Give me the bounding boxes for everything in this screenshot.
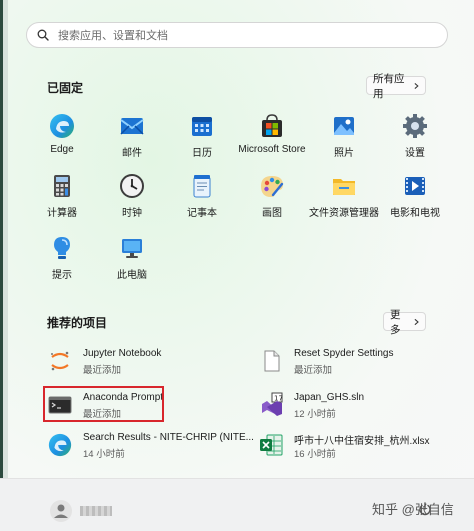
app-label: 记事本 (187, 208, 217, 219)
calculator-icon (48, 172, 76, 200)
recommended-item-name: Reset Spyder Settings (294, 348, 394, 359)
photos-icon (330, 112, 358, 140)
pinned-title: 已固定 (47, 81, 84, 95)
all-apps-button[interactable]: 所有应用 (366, 73, 426, 100)
power-icon[interactable] (418, 502, 432, 516)
pinned-app-this-pc[interactable]: 此电脑 (97, 234, 167, 294)
jupyter-icon (47, 348, 73, 374)
store-icon (258, 112, 286, 140)
recommended-item-name: Search Results - NITE-CHRIP (NITE... (83, 432, 254, 443)
app-label: 提示 (52, 270, 72, 281)
svg-text:17: 17 (274, 395, 283, 403)
app-label: Microsoft Store (238, 144, 306, 155)
app-label: 照片 (334, 148, 354, 159)
more-button[interactable]: 更多 (383, 309, 426, 336)
app-label: 电影和电视 (390, 208, 440, 219)
document-icon (258, 348, 284, 374)
movies-icon (401, 172, 429, 200)
recommended-item-time: 最近添加 (83, 365, 122, 376)
app-label: 时钟 (122, 208, 142, 219)
recommended-item-name: Jupyter Notebook (83, 348, 162, 359)
recommended-item-japan-ghs-sln[interactable]: 17 Japan_GHS.sln 12 小时前 (258, 390, 458, 422)
red-highlight-box (43, 386, 164, 422)
edge-icon (48, 112, 76, 140)
pinned-app-tips[interactable]: 提示 (27, 234, 97, 294)
pinned-app-store[interactable]: Microsoft Store (237, 112, 307, 172)
pinned-app-mail[interactable]: 邮件 (97, 112, 167, 172)
app-label: Edge (50, 144, 74, 155)
pinned-app-clock[interactable]: 时钟 (97, 172, 167, 232)
recommended-item-time: 14 小时前 (83, 449, 125, 460)
pinned-app-settings[interactable]: 设置 (380, 112, 450, 172)
pinned-app-file-explorer[interactable]: 文件资源管理器 (309, 172, 379, 232)
desktop-edge-shadow (3, 0, 8, 530)
this-pc-icon (118, 234, 146, 262)
app-label: 文件资源管理器 (309, 208, 379, 219)
visual-studio-solution-icon: 17 (258, 392, 284, 418)
folder-icon (330, 172, 358, 200)
app-label: 设置 (405, 148, 425, 159)
settings-icon (401, 112, 429, 140)
pinned-app-photos[interactable]: 照片 (309, 112, 379, 172)
recommended-item-name: 呼市十八中住宿安排_杭州.xlsx (294, 436, 430, 447)
search-box[interactable]: 搜索应用、设置和文档 (26, 22, 448, 48)
user-name-blurred (80, 506, 112, 516)
recommended-item-jupyter[interactable]: Jupyter Notebook 最近添加 (47, 346, 247, 378)
pinned-app-notepad[interactable]: 记事本 (167, 172, 237, 232)
user-icon (54, 504, 68, 518)
recommended-item-time: 12 小时前 (294, 409, 336, 420)
pinned-app-paint[interactable]: 画图 (237, 172, 307, 232)
recommended-item-xlsx[interactable]: 呼市十八中住宿安排_杭州.xlsx 16 小时前 (258, 430, 458, 462)
recommended-title: 推荐的项目 (47, 316, 108, 330)
tips-icon (48, 234, 76, 262)
pinned-app-calendar[interactable]: 日历 (167, 112, 237, 172)
pinned-app-edge[interactable]: Edge (27, 112, 97, 172)
start-menu: 搜索应用、设置和文档 已固定 所有应用 Edge 邮件 日历 Microsoft… (0, 0, 474, 531)
app-label: 画图 (262, 208, 282, 219)
more-label: 更多 (390, 308, 401, 336)
recommended-item-search-results[interactable]: Search Results - NITE-CHRIP (NITE... 14 … (47, 430, 254, 462)
user-avatar[interactable] (50, 500, 72, 522)
clock-icon (118, 172, 146, 200)
app-label: 邮件 (122, 148, 142, 159)
mail-icon (118, 112, 146, 140)
paint-icon (258, 172, 286, 200)
app-label: 此电脑 (117, 270, 147, 281)
pinned-app-movies-tv[interactable]: 电影和电视 (380, 172, 450, 232)
all-apps-label: 所有应用 (373, 72, 405, 100)
app-label: 计算器 (47, 208, 77, 219)
recommended-item-name: Japan_GHS.sln (294, 392, 365, 403)
recommended-item-reset-spyder[interactable]: Reset Spyder Settings 最近添加 (258, 346, 458, 378)
edge-icon (47, 432, 73, 458)
notepad-icon (188, 172, 216, 200)
recommended-item-time: 16 小时前 (294, 449, 336, 460)
chevron-right-icon (414, 318, 419, 325)
app-label: 日历 (192, 148, 212, 159)
search-placeholder: 搜索应用、设置和文档 (58, 30, 168, 42)
pinned-app-calculator[interactable]: 计算器 (27, 172, 97, 232)
recommended-item-time: 最近添加 (294, 365, 333, 376)
watermark-text: 知乎 @张自信 (372, 502, 454, 517)
search-icon (37, 29, 49, 41)
calendar-icon (188, 112, 216, 140)
excel-icon (258, 432, 284, 458)
chevron-right-icon (414, 82, 419, 89)
